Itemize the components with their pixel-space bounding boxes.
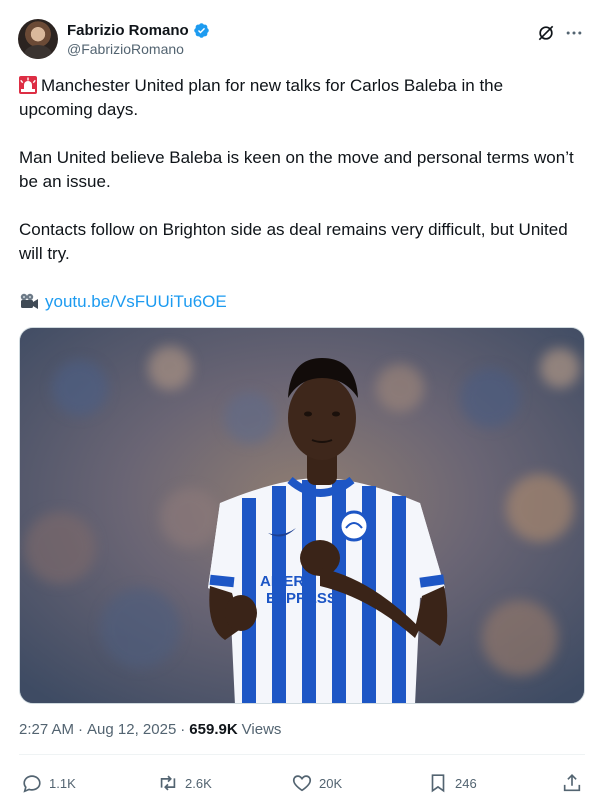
movie-camera-emoji-icon <box>20 293 38 309</box>
tweet-metadata: 2:27 AM · Aug 12, 2025 · 659.9K Views <box>19 721 281 738</box>
player-photo-illustration: AMERI EXPRESS <box>20 328 584 703</box>
author-avatar[interactable] <box>18 19 58 59</box>
views-count: 659.9K <box>189 721 238 738</box>
tweet-actions-bar: 1.1K 2.6K 20K 246 <box>19 769 585 797</box>
youtube-link[interactable]: youtu.be/VsFUUiTu6OE <box>45 290 227 314</box>
bookmark-count: 246 <box>455 775 477 791</box>
reply-button[interactable]: 1.1K <box>21 769 76 797</box>
author-handle[interactable]: @FabrizioRomano <box>67 41 184 57</box>
grok-icon[interactable] <box>536 23 556 43</box>
divider <box>19 754 585 755</box>
repost-count: 2.6K <box>185 775 212 791</box>
tweet-paragraph-3: Contacts follow on Brighton side as deal… <box>19 220 568 263</box>
verified-badge-icon <box>193 22 209 38</box>
share-icon <box>563 774 581 792</box>
bookmark-button[interactable]: 246 <box>427 769 477 797</box>
like-count: 20K <box>319 775 343 791</box>
reply-count: 1.1K <box>49 775 76 791</box>
shirt-sponsor-line-2: EXPRESS <box>266 590 337 607</box>
reply-icon <box>23 775 41 793</box>
tweet-paragraph-2: Man United believe Baleba is keen on the… <box>19 148 574 191</box>
tweet-text-1: Manchester United plan for new talks for… <box>19 76 504 119</box>
views-label: Views <box>241 721 282 738</box>
author-name[interactable]: Fabrizio Romano <box>67 22 189 39</box>
share-button[interactable] <box>561 769 583 797</box>
more-options-icon[interactable] <box>564 23 584 43</box>
tweet-link-line: youtu.be/VsFUUiTu6OE <box>19 290 579 314</box>
repost-button[interactable]: 2.6K <box>157 769 212 797</box>
tweet-paragraph-1: Manchester United plan for new talks for… <box>19 74 579 122</box>
repost-icon <box>160 775 176 791</box>
siren-emoji-icon <box>19 76 37 94</box>
tweet-date[interactable]: Aug 12, 2025 <box>87 721 176 738</box>
like-button[interactable]: 20K <box>291 769 342 797</box>
heart-icon <box>292 775 312 792</box>
author-name-line[interactable]: Fabrizio Romano <box>67 21 210 39</box>
meta-separator: · <box>180 721 186 738</box>
shirt-sponsor-line-1: AMERI <box>260 573 308 590</box>
tweet-photo[interactable]: AMERI EXPRESS <box>19 327 585 704</box>
meta-separator: · <box>78 721 84 738</box>
tweet-time[interactable]: 2:27 AM <box>19 721 74 738</box>
bookmark-icon <box>431 774 445 793</box>
tweet-header: Fabrizio Romano @FabrizioRomano <box>18 19 584 61</box>
